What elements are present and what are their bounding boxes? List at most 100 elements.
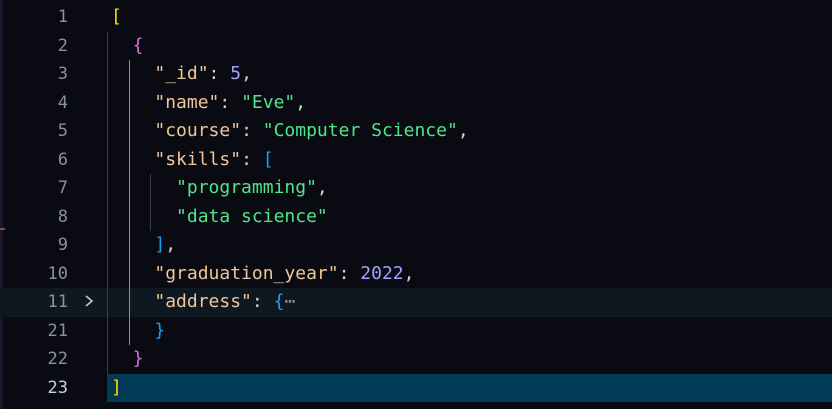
code-token: "name" [154,91,220,113]
code-token: 2022 [360,262,404,284]
code-text: "skills": [ [107,145,832,174]
code-token: , [457,120,469,141]
code-token: : [208,63,231,84]
line-number: 3 [57,64,68,84]
indent-guide [150,174,152,203]
indent-guide [107,60,108,89]
code-line[interactable]: 1[ [0,3,832,32]
indent-guide [107,231,108,260]
code-line[interactable]: 5 "course": "Computer Science", [0,117,832,146]
code-token: ⋯ [284,291,296,312]
code-line[interactable]: 9], [0,231,832,260]
code-line[interactable]: 7 "programming", [0,174,832,203]
code-line[interactable]: 8 "data science" [0,202,832,231]
line-number: 1 [57,7,68,27]
code-token: "programming" [176,177,317,198]
indent-guide [128,202,130,231]
code-token: , [403,262,415,284]
code-token: "graduation_year" [154,262,339,284]
indent-guide [107,145,108,174]
indent-guide [107,345,108,374]
line-number: 8 [57,206,68,227]
code-line[interactable]: 22} [0,345,832,374]
code-token: : [241,148,263,170]
code-token: [ [262,148,274,170]
code-token: : [241,120,263,141]
code-text: "course": "Computer Science", [107,117,832,146]
indent-guide [107,117,108,146]
code-text: { [107,31,832,60]
code-line[interactable]: 6 "skills": [ [0,145,832,174]
code-token: : [338,262,361,284]
code-token: { [132,34,144,56]
indent-guide [107,259,108,288]
indent-guide [128,316,130,345]
line-number: 7 [57,178,68,198]
indent-guide [107,31,108,60]
code-line[interactable]: 11 "address": {⋯ [0,288,832,317]
indent-guide [107,202,108,231]
code-token: "skills" [154,148,242,170]
code-token: "Eve" [241,91,296,113]
code-line[interactable]: 4 "name": "Eve", [0,88,832,117]
code-token: "Computer Science" [262,120,458,141]
code-token: , [295,91,307,113]
line-number: 23 [47,377,68,398]
line-number: 21 [47,320,68,341]
code-text: "data science" [107,202,832,231]
code-token: , [165,234,177,255]
indent-guide [128,174,130,203]
code-token: [ [111,6,122,27]
line-number: 22 [47,349,68,369]
code-token: ] [154,234,166,255]
code-line[interactable]: 23] [0,373,832,402]
code-text: "programming", [107,174,832,203]
indent-guide [107,288,108,317]
indent-guide [128,145,130,174]
line-number: 5 [57,121,68,141]
code-text: "address": {⋯ [107,288,832,317]
indent-guide [128,288,130,317]
code-token: "data science" [176,205,328,227]
indent-guide [107,316,108,345]
line-number: 9 [57,235,68,255]
indent-guide [107,174,108,203]
code-line[interactable]: 2{ [0,31,832,60]
code-token: } [154,319,166,341]
code-token: "course" [154,120,242,141]
code-token: } [132,348,144,369]
code-text: "_id": 5, [107,60,832,89]
line-number: 4 [57,92,68,113]
indent-guide [128,117,130,146]
code-token: { [273,291,285,312]
code-text: } [107,345,832,374]
code-token: : [219,91,242,113]
code-text: "name": "Eve", [107,88,832,117]
code-text: ] [107,373,832,402]
code-text: } [107,316,832,345]
indent-guide [128,231,130,260]
code-editor[interactable]: 1[2{3 "_id": 5, 4 "name": "Eve", 5 "course": … [0,0,832,409]
code-token: "_id" [154,63,209,84]
line-number: 6 [57,149,68,170]
indent-guide [107,88,108,117]
line-number: 10 [47,263,68,284]
code-line[interactable]: 21} [0,316,832,345]
code-line[interactable]: 3 "_id": 5, [0,60,832,89]
code-token: "address" [154,291,252,312]
indent-guide [128,88,130,117]
indent-guide [150,202,152,231]
indent-guide [128,60,130,89]
code-token: , [241,63,252,84]
code-text: "graduation_year": 2022, [107,259,832,288]
code-line[interactable]: 10 "graduation_year": 2022, [0,259,832,288]
code-token: ] [111,376,122,398]
code-token: : [251,291,274,312]
line-number: 2 [57,35,68,56]
indent-guide [128,259,130,288]
code-token: , [316,177,328,198]
line-number: 11 [47,292,68,312]
code-text: ], [107,231,832,260]
code-text: [ [107,3,832,32]
chevron-right-icon[interactable] [84,288,98,317]
